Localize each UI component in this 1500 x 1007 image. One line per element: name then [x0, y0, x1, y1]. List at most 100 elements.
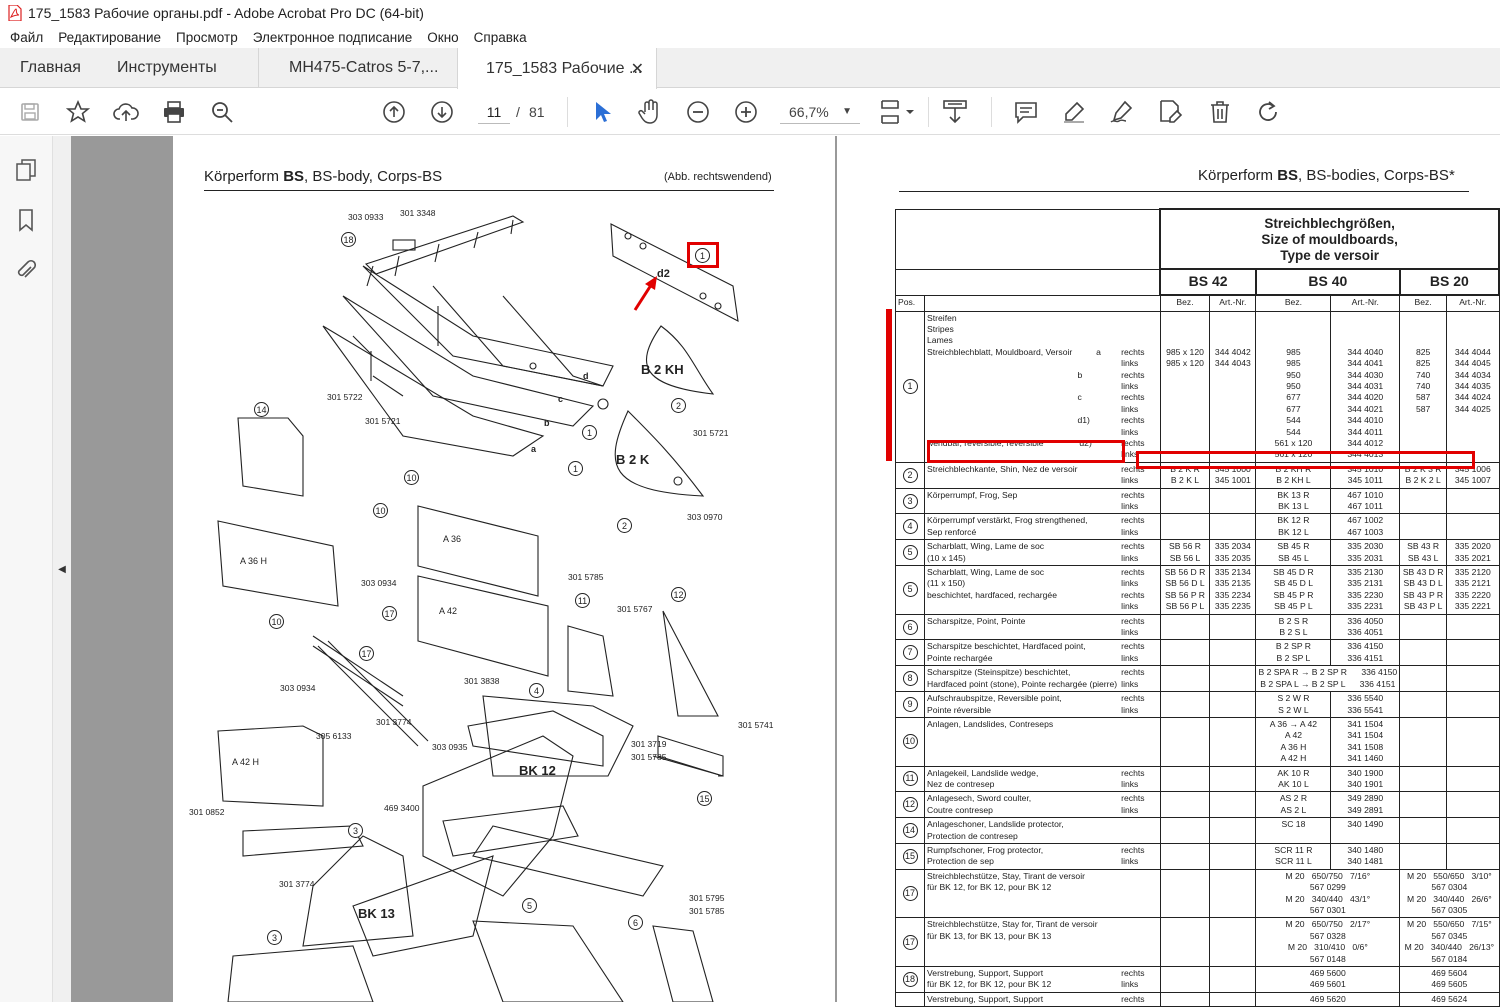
position-callout: 17: [902, 934, 918, 950]
position-callout: 2: [671, 398, 686, 413]
table-row: 18 Verstrebung, Support, Support für BK 1…: [894, 966, 1500, 993]
menu-help[interactable]: Справка: [474, 30, 527, 45]
part-number-label: 301 5795: [689, 893, 725, 903]
value-cell: 467 1010 467 1011: [1330, 487, 1401, 515]
page-number-input[interactable]: 11: [478, 100, 510, 124]
table-row: 10 Anlagen, Landslides, Contreseps A 36 → …: [894, 716, 1500, 767]
tab-home[interactable]: Главная: [20, 48, 81, 88]
position-callout: 12: [902, 797, 918, 813]
column-header-bez: Bez.: [1159, 294, 1211, 312]
highlight-pen-icon[interactable]: [1060, 98, 1088, 126]
menu-file[interactable]: Файл: [10, 30, 43, 45]
value-cell: 985 985 950 950 677 677 544 544 561 x 12…: [1255, 310, 1332, 463]
table-row: 5 Scharblatt, Wing, Lame de soc (10 x 145…: [894, 539, 1500, 567]
print-icon[interactable]: [160, 98, 188, 126]
description-cell: Streichblechstütze, Stay, Tirant de vers…: [924, 868, 1120, 919]
value-cell: [1159, 817, 1211, 844]
part-number-label: 301 5721: [365, 416, 401, 426]
position-callout: 4: [902, 519, 918, 535]
position-callout: 5: [522, 898, 537, 913]
position-callout: 2: [617, 518, 632, 533]
table-row: 17 Streichblechstütze, Stay, Tirant de ve…: [894, 868, 1500, 919]
tab-close-icon[interactable]: ✕: [631, 59, 644, 79]
comment-icon[interactable]: [1012, 98, 1040, 126]
page-display-icon[interactable]: [878, 98, 918, 126]
variant-label: a: [531, 444, 537, 454]
next-page-icon[interactable]: [428, 98, 456, 126]
position-cell: 3: [894, 487, 926, 515]
table-row: 14 Anlageschoner, Landslide protector, Pr…: [894, 817, 1500, 844]
value-cell: SB 43 R SB 43 L: [1399, 539, 1448, 567]
position-cell: 1: [894, 310, 926, 463]
position-callout: 10: [902, 734, 918, 750]
scroll-mode-icon[interactable]: [941, 98, 969, 126]
table-row: 8 Scharspitze (Steinspitze) beschichtet, …: [894, 665, 1500, 693]
menu-esign[interactable]: Электронное подписание: [253, 30, 413, 45]
part-number-label: 303 0970: [687, 512, 723, 522]
tab-document-active[interactable]: 175_1583 Рабочие ... ✕: [457, 48, 657, 89]
part-number-label: 301 0852: [189, 807, 225, 817]
part-name-label: A 42: [439, 606, 458, 616]
value-cell: BK 12 R BK 12 L: [1255, 513, 1332, 541]
value-cell: [1399, 639, 1448, 667]
tab-tools[interactable]: Инструменты: [117, 48, 217, 88]
table-row: 3 Körperrumpf, Frog, Sep rechts links BK 13…: [894, 487, 1500, 515]
value-cell: [1209, 639, 1257, 667]
part-name-label: BK 13: [358, 906, 395, 921]
position-cell: 11: [894, 765, 926, 793]
page-separator: /: [516, 104, 520, 120]
column-header-art: Art.-Nr.: [1446, 294, 1500, 312]
select-cursor-icon[interactable]: [588, 98, 616, 126]
page-thumbnails-icon[interactable]: [13, 156, 39, 184]
position-callout: 8: [902, 671, 918, 687]
position-cell: 14: [894, 817, 926, 844]
tab-document-catros[interactable]: MH475-Catros 5-7,...: [289, 48, 438, 88]
position-callout: 6: [902, 619, 918, 635]
value-cell: 469 5604 469 5605: [1399, 966, 1500, 993]
value-cell: SB 43 D R SB 43 D L SB 43 P R SB 43 P L: [1399, 565, 1448, 615]
value-cell: M 20 550/650 3/10° 567 0304 M 20 340/440…: [1399, 868, 1500, 919]
previous-page-icon[interactable]: [380, 98, 408, 126]
menu-edit[interactable]: Редактирование: [58, 30, 161, 45]
rotate-icon[interactable]: [1254, 98, 1282, 126]
description-cell: Anlagesech, Sword coulter, Coutre contre…: [924, 791, 1120, 819]
value-cell: 335 2120 335 2121 335 2220 335 2221: [1446, 565, 1500, 615]
page-title: Körperform BS, BS-bodies, Corps-BS*: [1198, 167, 1455, 184]
zoom-out-icon[interactable]: [684, 98, 712, 126]
exploded-view-drawing: [217, 215, 739, 1002]
table-row: 4 Körperrumpf verstärkt, Frog strengthene…: [894, 513, 1500, 541]
table-row: 15 Rumpfschoner, Frog protector, Protecti…: [894, 842, 1500, 870]
value-cell: [1399, 613, 1448, 641]
tab-bar: Главная Инструменты MH475-Catros 5-7,...…: [0, 48, 1500, 89]
side-cell: rechts links: [1119, 613, 1161, 641]
annotation-highlight-box: [927, 440, 1125, 463]
hand-tool-icon[interactable]: [636, 98, 664, 126]
position-callout: 1: [568, 461, 583, 476]
bookmarks-icon[interactable]: [13, 206, 39, 234]
zoom-in-icon[interactable]: [732, 98, 760, 126]
attachments-clip-icon[interactable]: [13, 256, 39, 284]
zoom-search-icon[interactable]: [208, 98, 236, 126]
zoom-level-value: 66,7%: [789, 103, 829, 120]
value-cell: [1446, 513, 1500, 541]
menu-window[interactable]: Окно: [427, 30, 458, 45]
edit-document-icon[interactable]: [1156, 98, 1184, 126]
part-number-label: 303 0935: [432, 742, 468, 752]
save-icon[interactable]: [16, 98, 44, 126]
part-number-label: 301 5767: [617, 604, 653, 614]
delete-trash-icon[interactable]: [1206, 98, 1234, 126]
value-cell: SCR 11 R SCR 11 L: [1255, 842, 1332, 870]
document-canvas[interactable]: Körperform BS, BS-body, Corps-BS (Abb. r…: [71, 136, 1500, 1007]
value-cell: [1159, 966, 1211, 993]
part-name-label: A 36 H: [240, 556, 268, 566]
column-header-pos: Pos.: [894, 294, 926, 312]
menu-view[interactable]: Просмотр: [176, 30, 238, 45]
value-cell: [1159, 842, 1211, 870]
zoom-level-select[interactable]: 66,7% ▼: [780, 100, 860, 124]
sidebar-collapse-button[interactable]: ◀: [53, 136, 71, 1002]
value-cell: 825 825 740 740 587 587: [1399, 310, 1448, 463]
part-number-label: 303 0934: [280, 683, 316, 693]
sign-pen-icon[interactable]: [1108, 98, 1136, 126]
bookmark-star-icon[interactable]: [64, 98, 92, 126]
cloud-upload-icon[interactable]: [112, 98, 140, 126]
